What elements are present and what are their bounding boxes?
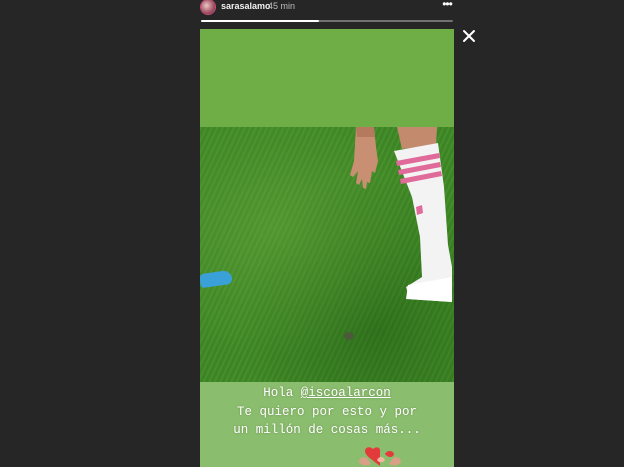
story-photo [200,127,454,382]
caption-greeting: Hola [263,386,301,400]
story-top-band [200,29,454,127]
story-progress-bar [201,20,453,22]
football-boot [200,269,233,289]
story-progress-fill [201,20,320,22]
heart-hands-sticker [359,447,401,466]
hand [350,127,378,189]
username[interactable]: sarasalamo [221,1,271,11]
more-options-icon[interactable]: ••• [440,0,454,10]
caption-area: Hola @iscoalarcon Te quiero por esto y p… [200,382,454,467]
caption-line-1: Hola @iscoalarcon [200,386,454,401]
timestamp: 45 min [268,1,296,11]
caption-line-2: Te quiero por esto y por [236,405,418,419]
story-frame[interactable]: Hola @iscoalarcon Te quiero por esto y p… [200,29,454,467]
story-header: sarasalamo 45 min ••• [0,0,624,28]
mention-link[interactable]: @iscoalarcon [301,386,391,400]
avatar[interactable] [201,0,215,14]
pitch-debris [344,332,354,340]
caption-line-3: un millón de cosas más... [233,423,421,437]
close-icon[interactable] [459,26,479,46]
player-leg [394,127,452,302]
